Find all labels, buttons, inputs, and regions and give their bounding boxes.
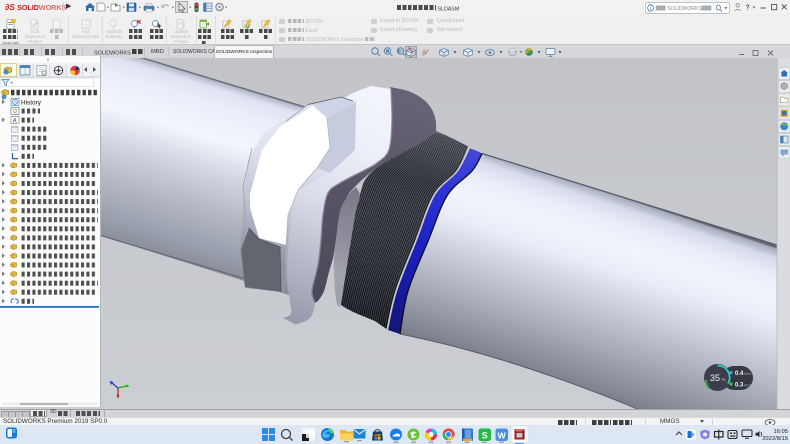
svg-text:W: W <box>498 430 507 440</box>
svg-text:?: ? <box>746 5 750 12</box>
svg-text:%: % <box>722 377 726 382</box>
svg-text:A: A <box>13 118 18 124</box>
svg-text:0.3: 0.3 <box>735 383 744 389</box>
svg-text:0.4: 0.4 <box>735 371 744 377</box>
svg-text:S: S <box>482 430 488 440</box>
svg-text:History: History <box>21 100 42 107</box>
svg-text:16:05: 16:05 <box>773 429 788 435</box>
svg-text:KB/s: KB/s <box>744 384 752 388</box>
svg-text:SOLIDWORKS: SOLIDWORKS <box>667 5 702 11</box>
svg-text:A: A <box>422 50 427 57</box>
svg-text:35: 35 <box>710 373 720 383</box>
svg-text:KB/s: KB/s <box>744 372 752 376</box>
svg-text:2022/8/15: 2022/8/15 <box>762 436 788 442</box>
